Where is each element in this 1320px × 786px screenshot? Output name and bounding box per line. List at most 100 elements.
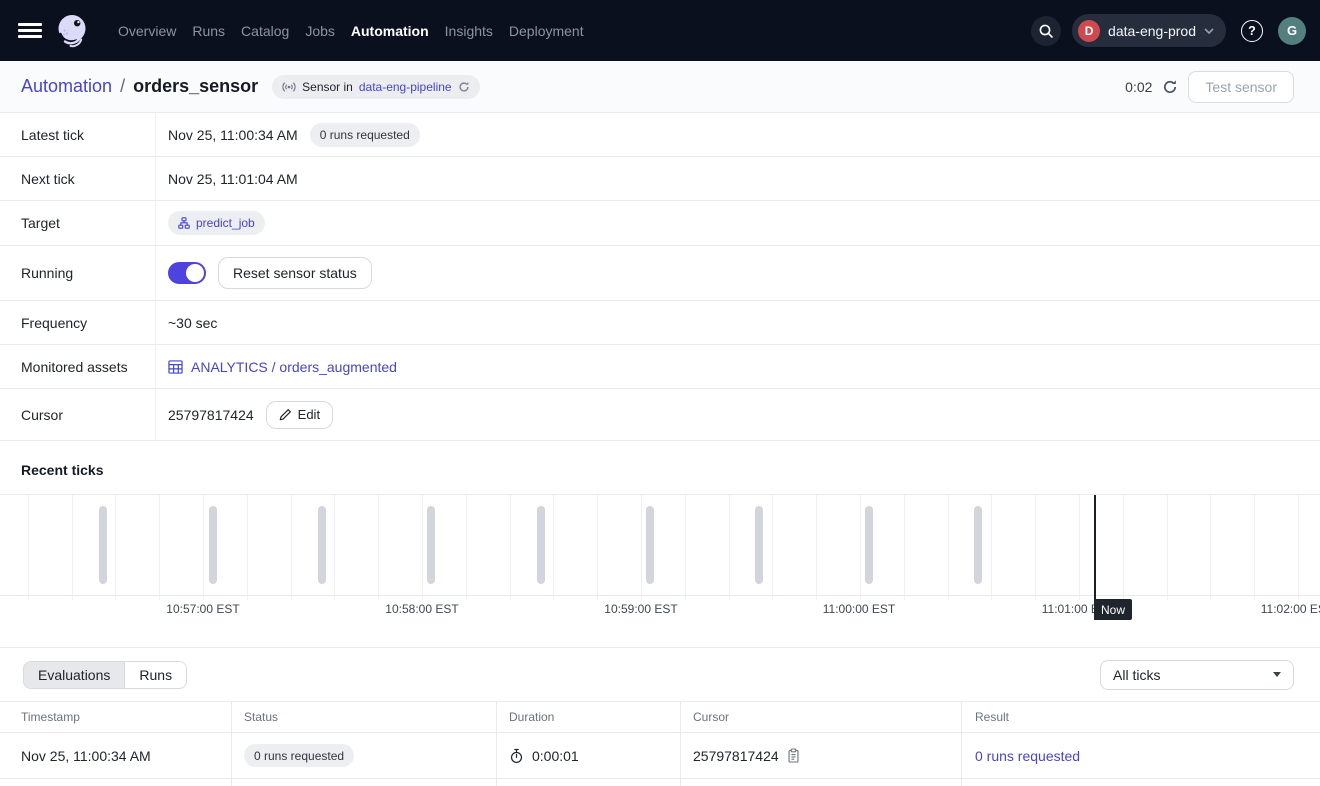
property-label: Target xyxy=(0,201,156,245)
help-button[interactable]: ? xyxy=(1241,20,1263,42)
gridline xyxy=(1167,495,1168,600)
gridline xyxy=(1123,495,1124,600)
edit-cursor-button[interactable]: Edit xyxy=(266,401,333,429)
property-row-next-tick: Next tick Nov 25, 11:01:04 AM xyxy=(0,157,1320,201)
gridline xyxy=(203,495,204,600)
gridline xyxy=(334,495,335,600)
property-row-latest-tick: Latest tick Nov 25, 11:00:34 AM 0 runs r… xyxy=(0,113,1320,157)
target-job-link[interactable]: predict_job xyxy=(196,216,255,230)
copy-cursor-icon[interactable] xyxy=(787,748,800,763)
user-avatar[interactable]: G xyxy=(1278,17,1306,45)
tick-filter-select[interactable]: All ticks xyxy=(1100,660,1294,690)
code-location-link[interactable]: data-eng-pipeline xyxy=(359,80,452,94)
tick-bar[interactable] xyxy=(646,506,654,584)
column-header-timestamp: Timestamp xyxy=(0,702,232,732)
table-row: Nov 25, 11:00:34 AM 0 runs requested 0:0… xyxy=(0,733,1320,779)
tick-bar[interactable] xyxy=(755,506,763,584)
refresh-button[interactable] xyxy=(1162,79,1178,95)
tick-bar[interactable] xyxy=(427,506,435,584)
job-icon xyxy=(178,217,190,229)
property-label: Frequency xyxy=(0,301,156,344)
sensor-icon xyxy=(282,81,296,93)
caret-down-icon xyxy=(1273,672,1281,677)
gridline xyxy=(159,495,160,600)
property-label: Running xyxy=(0,246,156,300)
target-job-pill[interactable]: predict_job xyxy=(168,211,265,235)
now-badge: Now xyxy=(1094,599,1132,620)
property-label: Next tick xyxy=(0,157,156,200)
nav-item-insights[interactable]: Insights xyxy=(445,19,493,43)
gridline xyxy=(553,495,554,600)
dagster-logo-icon[interactable] xyxy=(52,11,92,51)
pencil-icon xyxy=(279,408,292,421)
reload-location-icon[interactable] xyxy=(458,81,470,93)
primary-nav: Overview Runs Catalog Jobs Automation In… xyxy=(118,19,584,43)
gridline xyxy=(247,495,248,600)
gridline xyxy=(816,495,817,600)
result-link[interactable]: 0 runs requested xyxy=(975,748,1080,764)
column-header-status: Status xyxy=(232,702,497,732)
gridline xyxy=(1035,495,1036,600)
refresh-icon xyxy=(1162,79,1178,95)
header-actions: 0:02 Test sensor xyxy=(1125,71,1294,103)
search-icon xyxy=(1038,23,1054,39)
cell-result: 0 runs requested xyxy=(962,733,1320,778)
nav-item-catalog[interactable]: Catalog xyxy=(241,19,289,43)
tick-filter-value: All ticks xyxy=(1113,667,1160,683)
cell-cursor: 25797817424 xyxy=(681,733,962,778)
gridline xyxy=(1079,495,1080,600)
axis-label: 11:00:00 EST xyxy=(823,602,896,616)
cell-duration: 0:00:01 xyxy=(497,733,681,778)
property-label: Cursor xyxy=(0,389,156,440)
gridline xyxy=(466,495,467,600)
gridline xyxy=(904,495,905,600)
nav-item-deployment[interactable]: Deployment xyxy=(509,19,584,43)
nav-right-controls: D data-eng-prod ? G xyxy=(1031,14,1306,47)
breadcrumb-automation-link[interactable]: Automation xyxy=(21,76,112,97)
edit-button-label: Edit xyxy=(298,407,320,422)
property-row-target: Target predict_job xyxy=(0,201,1320,246)
next-tick-value: Nov 25, 11:01:04 AM xyxy=(168,171,298,187)
gridline xyxy=(772,495,773,600)
running-toggle[interactable] xyxy=(168,262,206,284)
evaluations-toolbar: Evaluations Runs All ticks xyxy=(0,648,1320,702)
tick-bar[interactable] xyxy=(537,506,545,584)
property-row-monitored-assets: Monitored assets ANALYTICS / orders_augm… xyxy=(0,345,1320,389)
tick-bar[interactable] xyxy=(318,506,326,584)
tick-bar[interactable] xyxy=(974,506,982,584)
tab-evaluations[interactable]: Evaluations xyxy=(24,662,124,688)
reset-sensor-status-button[interactable]: Reset sensor status xyxy=(218,257,372,289)
gridline xyxy=(729,495,730,600)
search-button[interactable] xyxy=(1031,16,1061,46)
gridline xyxy=(1298,495,1299,600)
sensor-location-badge: Sensor in data-eng-pipeline xyxy=(272,75,479,99)
evaluations-runs-tabs: Evaluations Runs xyxy=(23,661,187,689)
recent-ticks-heading: Recent ticks xyxy=(0,441,1320,494)
nav-item-overview[interactable]: Overview xyxy=(118,19,176,43)
latest-tick-value: Nov 25, 11:00:34 AM xyxy=(168,127,298,143)
tick-bar[interactable] xyxy=(865,506,873,584)
gridline xyxy=(991,495,992,600)
workspace-name: data-eng-prod xyxy=(1108,23,1196,39)
tab-runs[interactable]: Runs xyxy=(124,662,186,688)
nav-item-runs[interactable]: Runs xyxy=(192,19,225,43)
monitored-asset-link[interactable]: ANALYTICS / orders_augmented xyxy=(168,359,397,375)
tick-bar[interactable] xyxy=(99,506,107,584)
menu-button[interactable] xyxy=(18,19,42,43)
stopwatch-icon xyxy=(509,748,524,764)
property-row-running: Running Reset sensor status xyxy=(0,246,1320,301)
test-sensor-button[interactable]: Test sensor xyxy=(1188,71,1294,103)
chevron-down-icon xyxy=(1204,28,1214,34)
nav-item-jobs[interactable]: Jobs xyxy=(305,19,335,43)
workspace-switcher[interactable]: D data-eng-prod xyxy=(1072,14,1226,47)
nav-item-automation[interactable]: Automation xyxy=(351,19,429,43)
top-nav: Overview Runs Catalog Jobs Automation In… xyxy=(0,0,1320,61)
cursor-value: 25797817424 xyxy=(168,407,254,423)
page-title: orders_sensor xyxy=(133,76,258,97)
gridline xyxy=(291,495,292,600)
axis-label: 11:02:00 EST xyxy=(1261,602,1320,616)
gridline xyxy=(28,495,29,600)
column-header-result: Result xyxy=(962,702,1320,732)
table-row-partial xyxy=(0,779,1320,786)
tick-bar[interactable] xyxy=(209,506,217,584)
